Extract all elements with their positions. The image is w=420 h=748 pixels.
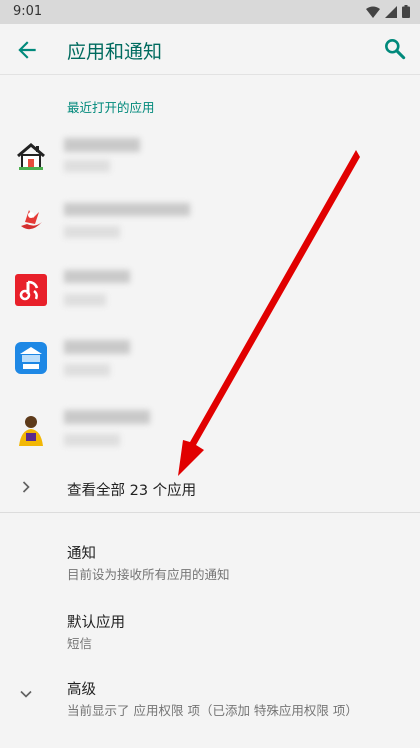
see-all-apps-label: 查看全部 23 个应用 — [67, 483, 197, 499]
app-bar: 应用和通知 — [0, 24, 420, 75]
default-apps-summary: 短信 — [67, 636, 93, 651]
advanced-title: 高级 — [67, 682, 96, 698]
back-arrow-icon[interactable] — [14, 37, 40, 63]
house-app-icon — [17, 143, 45, 170]
default-apps-setting[interactable]: 默认应用 短信 — [0, 611, 420, 665]
basketball-player-app-icon — [19, 416, 43, 446]
battery-icon — [402, 5, 410, 18]
red-logo-app-icon — [21, 210, 42, 230]
see-all-apps-button[interactable]: 查看全部 23 个应用 — [0, 466, 420, 510]
recent-app-row[interactable] — [0, 328, 420, 390]
advanced-summary: 当前显示了 应用权限 项（已添加 特殊应用权限 项） — [67, 703, 358, 718]
recent-app-row[interactable] — [0, 258, 420, 320]
notifications-setting[interactable]: 通知 目前设为接收所有应用的通知 — [0, 542, 420, 596]
advanced-setting[interactable]: 高级 当前显示了 应用权限 项（已添加 特殊应用权限 项） — [0, 678, 420, 732]
recent-app-row[interactable] — [0, 190, 420, 252]
blue-building-app-icon — [15, 342, 47, 374]
status-icons — [366, 5, 410, 18]
status-time: 9:01 — [13, 4, 43, 19]
default-apps-title: 默认应用 — [67, 615, 125, 631]
recent-app-row[interactable] — [0, 398, 420, 460]
recent-apps-header: 最近打开的应用 — [67, 100, 155, 115]
status-bar: 9:01 — [0, 0, 420, 24]
search-icon[interactable] — [382, 36, 408, 62]
recent-app-row[interactable] — [0, 126, 420, 188]
music-app-icon — [15, 274, 47, 306]
divider — [0, 512, 420, 513]
page-title: 应用和通知 — [67, 41, 163, 63]
signal-icon — [385, 5, 397, 18]
notifications-summary: 目前设为接收所有应用的通知 — [67, 567, 230, 582]
wifi-icon — [366, 6, 380, 18]
chevron-down-icon — [20, 690, 32, 698]
notifications-title: 通知 — [67, 546, 96, 562]
chevron-right-icon — [22, 481, 30, 493]
